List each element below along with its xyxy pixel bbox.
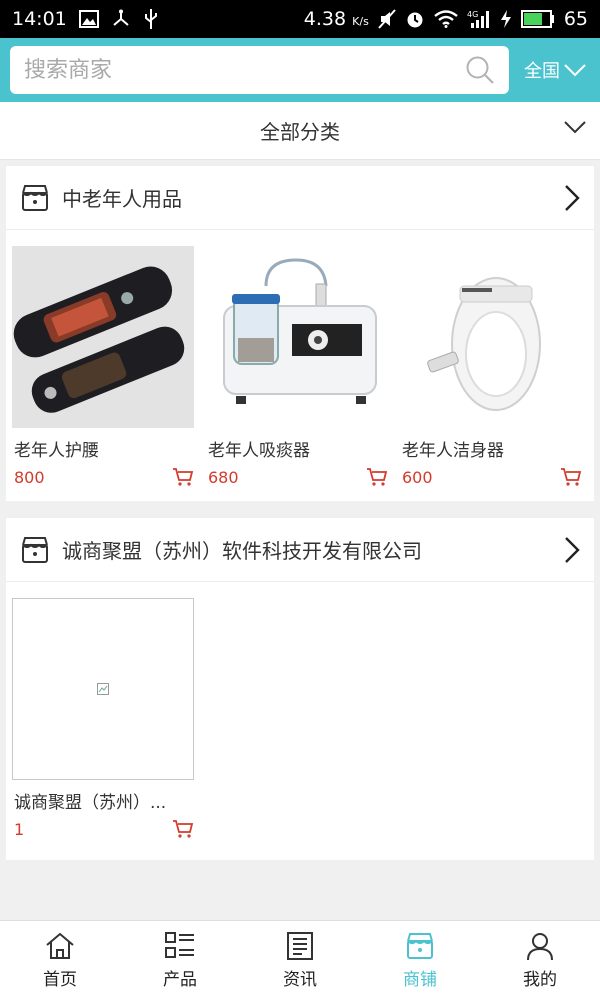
news-icon xyxy=(284,931,316,961)
shop-name: 中老年人用品 xyxy=(62,187,182,211)
usb-icon xyxy=(143,8,159,30)
tab-home[interactable]: 首页 xyxy=(0,921,120,1000)
svg-text:4G: 4G xyxy=(467,10,478,19)
network-speed: 4.38 K/s xyxy=(303,8,369,30)
product-card[interactable]: 老年人洁身器 600 xyxy=(400,246,582,487)
tab-label: 首页 xyxy=(43,970,77,990)
tab-stores[interactable]: 商铺 xyxy=(360,921,480,1000)
product-name: 老年人洁身器 xyxy=(402,441,504,461)
tab-label: 产品 xyxy=(163,970,197,990)
alarm-icon xyxy=(405,9,425,29)
product-price: 1 xyxy=(14,819,25,839)
product-list: 老年人护腰 800 老年人吸痰器 680 老年人洁身器 600 xyxy=(6,230,594,501)
search-icon[interactable] xyxy=(465,55,495,85)
signal-icon: 4G xyxy=(467,9,491,29)
chevron-right-icon[interactable] xyxy=(564,536,580,564)
user-icon xyxy=(524,931,556,961)
product-price: 800 xyxy=(14,467,45,487)
product-name: 诚商聚盟（苏州）... xyxy=(14,793,167,813)
product-card[interactable]: 诚商聚盟（苏州）... 1 xyxy=(12,598,194,839)
cart-icon[interactable] xyxy=(172,467,194,487)
battery-icon xyxy=(520,10,555,28)
tab-news[interactable]: 资讯 xyxy=(240,921,360,1000)
product-image-waist-belt[interactable] xyxy=(12,246,194,428)
cart-icon[interactable] xyxy=(560,467,582,487)
search-box[interactable] xyxy=(10,46,509,94)
usb-tether-icon xyxy=(111,9,131,29)
status-time: 14:01 xyxy=(12,8,67,30)
chevron-down-icon xyxy=(564,120,586,134)
product-card[interactable]: 老年人护腰 800 xyxy=(12,246,194,487)
shop-card: 诚商聚盟（苏州）软件科技开发有限公司 诚商聚盟（苏州）... 1 xyxy=(6,518,594,860)
gallery-icon xyxy=(78,10,99,28)
wifi-icon xyxy=(434,10,458,28)
product-name: 老年人吸痰器 xyxy=(208,441,310,461)
shop-card: 中老年人用品 老年人护腰 800 老年人吸痰器 680 老年人洁身器 600 xyxy=(6,166,594,501)
tab-mine[interactable]: 我的 xyxy=(480,921,600,1000)
product-name: 老年人护腰 xyxy=(14,441,99,461)
tab-label: 商铺 xyxy=(403,970,437,990)
cart-icon[interactable] xyxy=(172,819,194,839)
cart-icon[interactable] xyxy=(366,467,388,487)
category-label: 全部分类 xyxy=(260,120,340,144)
chevron-down-icon xyxy=(564,63,586,77)
battery-level: 65 xyxy=(563,8,588,30)
mute-icon xyxy=(378,9,396,29)
shop-name: 诚商聚盟（苏州）软件科技开发有限公司 xyxy=(62,539,422,563)
product-image-toilet-seat[interactable] xyxy=(400,246,582,428)
search-input[interactable] xyxy=(24,57,465,83)
product-image-suction-machine[interactable] xyxy=(206,246,388,428)
store-icon xyxy=(20,535,50,565)
status-bar: 14:01 4.38 K/s 4G 65 xyxy=(0,0,600,38)
region-selector[interactable]: 全国 xyxy=(524,57,590,83)
store-icon xyxy=(404,931,436,961)
store-icon xyxy=(20,183,50,213)
chevron-right-icon[interactable] xyxy=(564,184,580,212)
product-card[interactable]: 老年人吸痰器 680 xyxy=(206,246,388,487)
bottom-tab-bar: 首页 产品 资讯 商铺 我的 xyxy=(0,920,600,1000)
shop-header[interactable]: 诚商聚盟（苏州）软件科技开发有限公司 xyxy=(6,518,594,582)
tab-label: 资讯 xyxy=(283,970,317,990)
list-icon xyxy=(164,931,196,961)
category-filter[interactable]: 全部分类 xyxy=(0,102,600,160)
charging-icon xyxy=(500,9,512,29)
tab-products[interactable]: 产品 xyxy=(120,921,240,1000)
product-list: 诚商聚盟（苏州）... 1 xyxy=(6,582,594,853)
region-label: 全国 xyxy=(524,61,560,82)
shop-header[interactable]: 中老年人用品 xyxy=(6,166,594,230)
broken-image-icon xyxy=(97,683,109,695)
search-header: 全国 xyxy=(0,38,600,102)
product-price: 600 xyxy=(402,467,433,487)
tab-label: 我的 xyxy=(523,970,557,990)
home-icon xyxy=(44,931,76,961)
product-price: 680 xyxy=(208,467,239,487)
product-image-broken[interactable] xyxy=(12,598,194,780)
